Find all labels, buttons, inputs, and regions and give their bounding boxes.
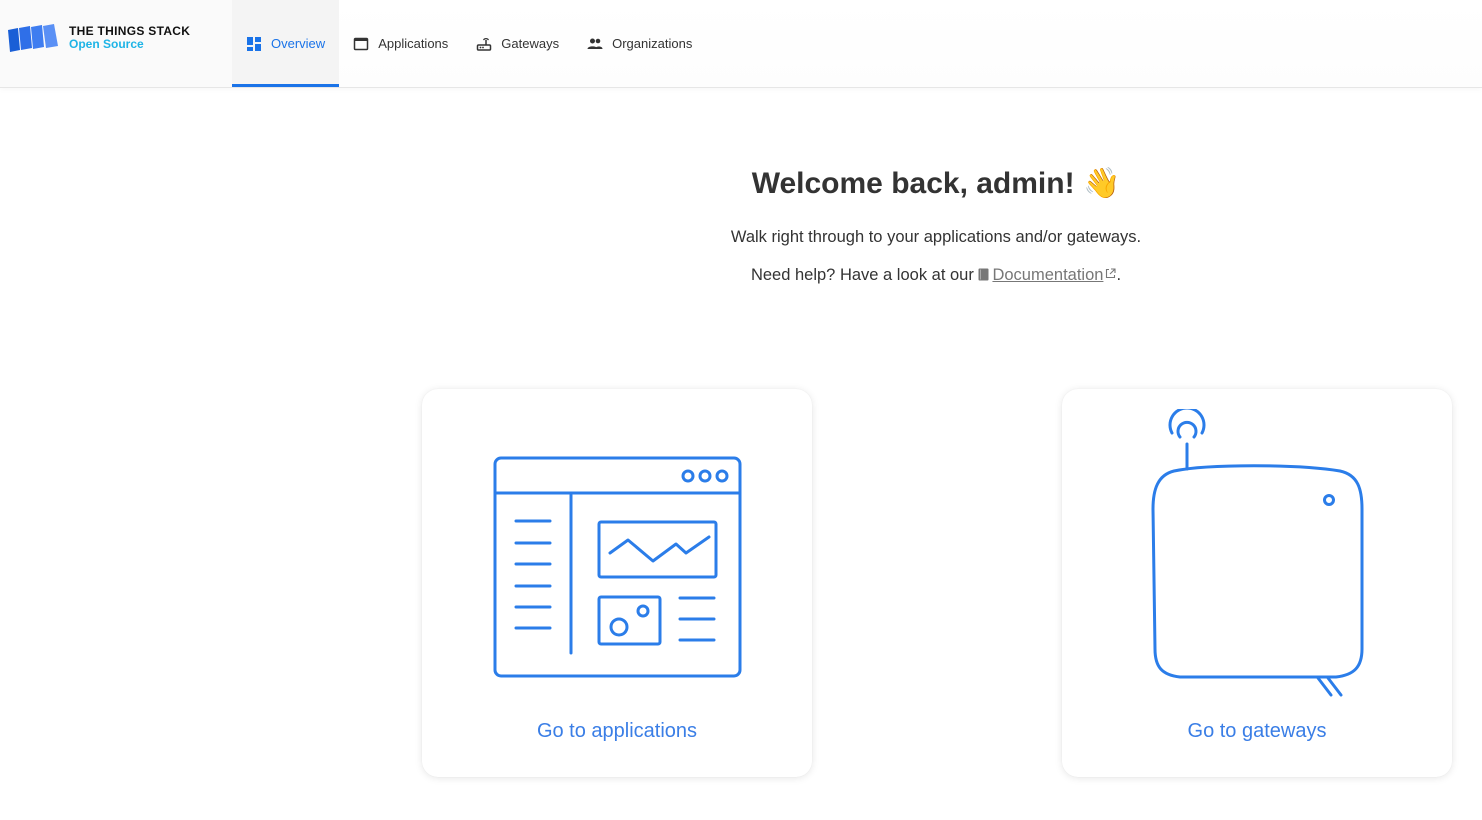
help-suffix: . — [1116, 266, 1122, 284]
gateway-device-icon — [1151, 409, 1364, 697]
help-line: Need help? Have a look at our Documentat… — [630, 266, 1242, 285]
welcome-heading: Welcome back, admin! 👋 — [630, 162, 1242, 206]
documentation-link[interactable]: Documentation — [978, 266, 1116, 284]
window-icon — [353, 36, 369, 52]
dashboard-icon — [246, 36, 262, 52]
go-to-applications-label: Go to applications — [536, 720, 698, 742]
nav-tab-overview[interactable]: Overview — [232, 0, 340, 87]
book-icon — [978, 268, 989, 281]
go-to-gateways-card[interactable]: Go to gateways — [1062, 389, 1452, 777]
go-to-applications-card[interactable]: Go to applications — [422, 389, 812, 777]
help-prefix: Need help? Have a look at our — [750, 266, 974, 284]
welcome-section: Welcome back, admin! 👋 Walk right throug… — [630, 162, 1242, 285]
brand[interactable]: THE THINGS STACK Open Source — [0, 0, 232, 87]
nav-tab-applications-label: Applications — [378, 36, 449, 51]
waving-hand-emoji: 👋 — [1082, 167, 1121, 200]
nav-tab-overview-label: Overview — [271, 36, 326, 51]
brand-subtitle: Open Source — [69, 37, 144, 51]
main-nav: Overview Applications Gateways Organizat… — [232, 0, 706, 87]
documentation-link-label: Documentation — [992, 266, 1104, 284]
group-icon — [587, 36, 603, 52]
router-icon — [476, 36, 492, 52]
application-window-icon — [493, 456, 742, 678]
nav-tab-gateways-label: Gateways — [501, 36, 560, 51]
welcome-heading-text: Welcome back, admin! — [751, 167, 1075, 200]
things-stack-logo-icon — [8, 24, 58, 52]
nav-tab-gateways[interactable]: Gateways — [462, 0, 573, 87]
go-to-gateways-label: Go to gateways — [1187, 720, 1327, 742]
nav-tab-organizations-label: Organizations — [612, 36, 693, 51]
nav-tab-organizations[interactable]: Organizations — [573, 0, 706, 87]
welcome-subtitle: Walk right through to your applications … — [730, 228, 1142, 246]
top-navigation-bar: THE THINGS STACK Open Source Overview Ap… — [0, 0, 1482, 88]
external-link-icon — [1106, 268, 1116, 279]
brand-title: THE THINGS STACK — [69, 24, 191, 38]
nav-tab-applications[interactable]: Applications — [339, 0, 462, 87]
